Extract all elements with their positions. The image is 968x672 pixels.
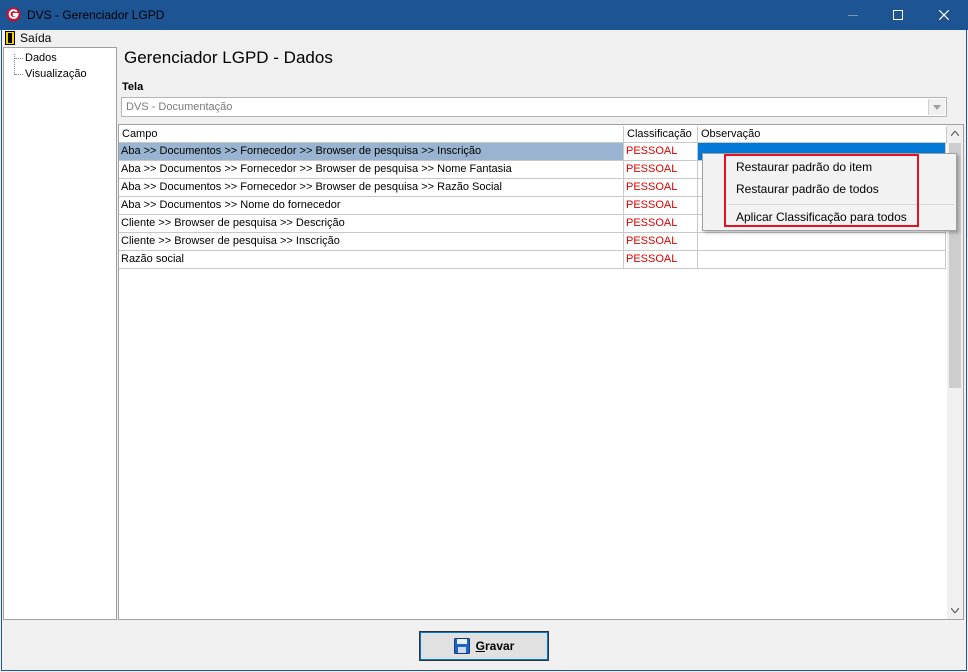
tree-item-dados[interactable]: Dados	[25, 52, 57, 64]
cell-campo[interactable]: Cliente >> Browser de pesquisa >> Inscri…	[119, 233, 624, 251]
page-title: Gerenciador LGPD - Dados	[124, 48, 333, 67]
chevron-up-icon	[951, 131, 959, 136]
close-icon	[939, 10, 949, 20]
app-logo-icon	[6, 7, 21, 22]
scroll-up-button[interactable]	[947, 125, 963, 142]
cell-classificacao[interactable]: PESSOAL	[624, 161, 698, 179]
column-header-observacao[interactable]: Observação	[698, 126, 947, 143]
cell-observacao[interactable]	[698, 233, 946, 251]
column-header-campo[interactable]: Campo	[119, 126, 624, 143]
cell-campo[interactable]: Razão social	[119, 251, 624, 269]
tree-item-visualizacao[interactable]: Visualização	[25, 68, 87, 80]
minimize-icon	[848, 15, 858, 16]
floppy-disk-icon	[453, 638, 470, 654]
save-button[interactable]: Gravar	[419, 631, 549, 661]
scroll-down-button[interactable]	[947, 602, 963, 619]
cell-campo[interactable]: Aba >> Documentos >> Fornecedor >> Brows…	[119, 179, 624, 197]
tela-select-value: DVS - Documentação	[126, 101, 233, 113]
tela-select[interactable]	[121, 97, 947, 117]
window-title: DVS - Gerenciador LGPD	[27, 8, 165, 22]
cell-campo[interactable]: Aba >> Documentos >> Nome do fornecedor	[119, 197, 624, 215]
cell-classificacao[interactable]: PESSOAL	[624, 197, 698, 215]
save-button-label: Gravar	[475, 639, 515, 653]
cell-observacao[interactable]	[698, 251, 946, 269]
cell-campo[interactable]: Aba >> Documentos >> Fornecedor >> Brows…	[119, 143, 624, 161]
minimize-button[interactable]	[830, 0, 876, 30]
chevron-down-icon	[951, 608, 959, 613]
cell-classificacao[interactable]: PESSOAL	[624, 215, 698, 233]
column-header-classificacao[interactable]: Classificação	[624, 126, 698, 143]
maximize-icon	[893, 10, 903, 20]
close-button[interactable]	[921, 0, 967, 30]
annotation-highlight-box	[724, 154, 919, 227]
menu-bar	[2, 30, 966, 47]
tela-label: Tela	[122, 81, 144, 93]
exit-door-icon[interactable]	[5, 31, 15, 45]
navigation-tree: Dados Visualização	[3, 47, 117, 620]
cell-classificacao[interactable]: PESSOAL	[624, 143, 698, 161]
cell-campo[interactable]: Aba >> Documentos >> Fornecedor >> Brows…	[119, 161, 624, 179]
chevron-down-icon	[933, 104, 941, 110]
tela-dropdown-button[interactable]	[928, 99, 945, 115]
table-row[interactable]: Cliente >> Browser de pesquisa >> Inscri…	[119, 233, 946, 251]
table-row[interactable]: Razão social PESSOAL	[119, 251, 946, 269]
cell-classificacao[interactable]: PESSOAL	[624, 251, 698, 269]
cell-classificacao[interactable]: PESSOAL	[624, 179, 698, 197]
cell-classificacao[interactable]: PESSOAL	[624, 233, 698, 251]
maximize-button[interactable]	[875, 0, 921, 30]
menu-exit[interactable]: Saída	[20, 31, 51, 45]
cell-campo[interactable]: Cliente >> Browser de pesquisa >> Descri…	[119, 215, 624, 233]
